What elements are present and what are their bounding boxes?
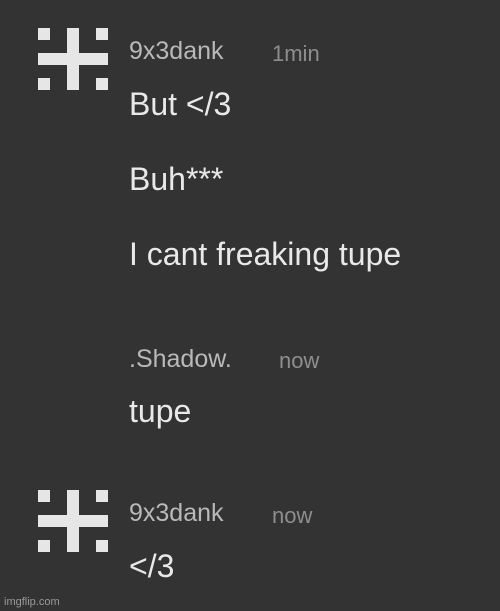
username[interactable]: .Shadow. [129, 344, 232, 374]
message-text: I cant freaking tupe [129, 236, 402, 272]
chat-log: 9x3dank 1min But </3 Buh*** I cant freak… [0, 0, 500, 611]
user-avatar-icon[interactable] [38, 490, 108, 552]
username[interactable]: 9x3dank [129, 498, 224, 528]
message-text: </3 [129, 548, 175, 584]
timestamp: now [272, 503, 313, 528]
user-avatar-icon[interactable] [38, 28, 108, 90]
message-text: tupe [129, 393, 192, 429]
message-text: Buh*** [129, 161, 224, 197]
imgflip-watermark: imgflip.com [4, 596, 60, 608]
message-text: But </3 [129, 86, 232, 122]
timestamp: now [279, 348, 320, 373]
timestamp: 1min [272, 41, 320, 66]
username[interactable]: 9x3dank [129, 36, 224, 66]
